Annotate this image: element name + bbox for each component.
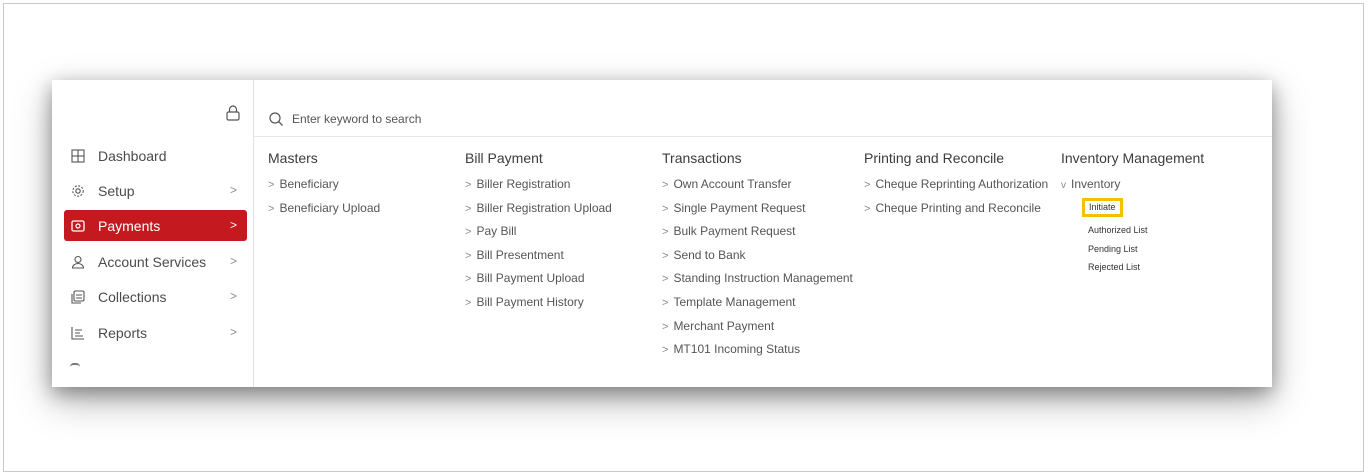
menu-link[interactable]: > Merchant Payment [662,317,853,341]
menu-heading: Bill Payment [465,150,543,166]
menu-column-transactions: Transactions > Own Account Transfer > Sing… [662,150,853,364]
app-window: Dashboard Setup > Payments > Account Ser… [52,80,1272,387]
menu-link-beneficiary-upload[interactable]: > Beneficiary Upload [268,199,380,223]
sidebar-item-reports[interactable]: Reports > [64,317,247,348]
menu-link[interactable]: > Cheque Printing and Reconcile [864,199,1048,223]
search-bar [254,102,1272,137]
sidebar-item-label: Collections [98,288,167,305]
sidebar-item-label: Payments [98,217,161,234]
chevron-right-icon: > [229,183,237,197]
search-icon [269,112,283,126]
gear-icon [70,183,86,199]
menu-link-beneficiary[interactable]: > Beneficiary [268,175,380,199]
grid-icon [70,148,86,164]
sidebar-item-label: Reports [98,324,148,341]
user-icon [70,254,86,270]
menu-link[interactable]: > Standing Instruction Management [662,269,853,293]
menu-link[interactable]: > Biller Registration [465,175,612,199]
menu-link[interactable]: > Cheque Reprinting Authorization [864,175,1048,199]
sidebar-item-payments[interactable]: Payments > [64,210,247,241]
menu-link[interactable]: > Bill Payment Upload [465,269,612,293]
menu-link[interactable]: > Bill Payment History [465,293,612,317]
sidebar-item-account-services[interactable]: Account Services > [64,246,247,277]
menu-link[interactable]: > Send to Bank [662,246,853,270]
chevron-right-icon: > [229,325,237,339]
menu-column-masters: Masters > Beneficiary > Beneficiary Upload [268,150,380,222]
menu-link[interactable]: > Template Management [662,293,853,317]
chevron-right-icon: > [229,289,237,303]
inventory-submenu: Initiate Authorized List Pending List Re… [1082,197,1204,278]
menu-column-printing: Printing and Reconcile > Cheque Reprintin… [864,150,1048,222]
chevron-right-icon: > [229,254,237,268]
chevron-down-icon: v [1061,180,1066,191]
menu-link-authorized-list[interactable]: Authorized List [1088,222,1204,241]
menu-link[interactable]: > MT101 Incoming Status [662,340,853,364]
menu-heading: Inventory Management [1061,150,1205,166]
wallet-icon [70,218,86,234]
menu-link[interactable]: > Own Account Transfer [662,175,853,199]
menu-link[interactable]: > Bill Presentment [465,246,612,270]
search-input[interactable] [290,111,694,127]
partial-item-icon [70,363,80,371]
chevron-right-icon: > [229,218,237,232]
menu-link-rejected-list[interactable]: Rejected List [1088,259,1204,278]
sidebar-item-label: Dashboard [98,147,167,164]
menu-column-inventory: Inventory Management v Inventory Initiate… [1061,150,1204,278]
menu-link-pending-list[interactable]: Pending List [1088,241,1204,260]
stack-icon [70,289,86,305]
sidebar-item-setup[interactable]: Setup > [64,175,247,206]
menu-group-inventory[interactable]: v Inventory [1061,175,1204,197]
menu-link-initiate[interactable]: Initiate [1082,198,1123,217]
menu-heading: Masters [268,150,318,166]
sidebar-item-collections[interactable]: Collections > [64,281,247,312]
menu-link[interactable]: > Pay Bill [465,222,612,246]
lock-icon[interactable] [226,105,240,121]
report-icon [70,325,86,341]
menu-heading: Transactions [662,150,742,166]
menu-link[interactable]: > Bulk Payment Request [662,222,853,246]
sidebar-item-label: Account Services [98,253,207,270]
sidebar-item-label: Setup [98,182,135,199]
menu-link[interactable]: > Biller Registration Upload [465,199,612,223]
sidebar-item-dashboard[interactable]: Dashboard [64,140,247,171]
menu-link[interactable]: > Single Payment Request [662,199,853,223]
sidebar: Dashboard Setup > Payments > Account Ser… [52,80,254,387]
menu-heading: Printing and Reconcile [864,150,1005,166]
menu-column-bill-payment: Bill Payment > Biller Registration > Bille… [465,150,612,317]
